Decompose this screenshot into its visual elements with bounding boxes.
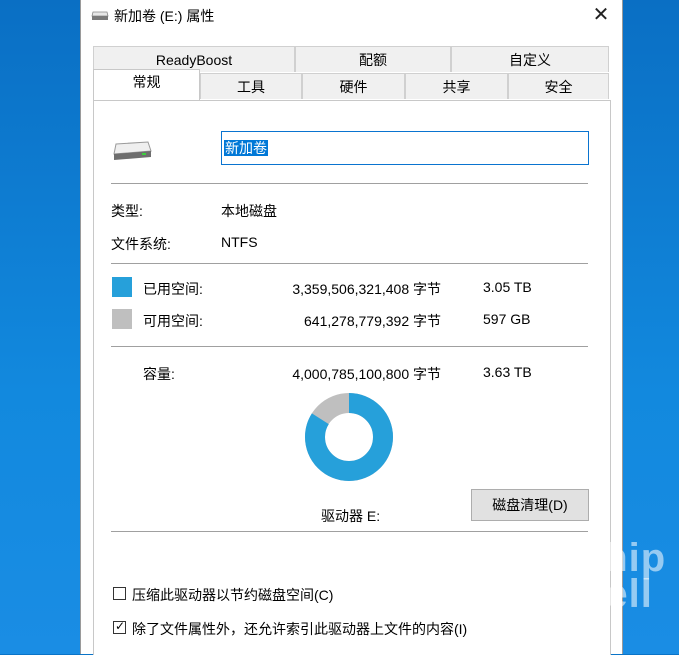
tab-tools[interactable]: 工具 — [200, 73, 302, 99]
compress-label[interactable]: 压缩此驱动器以节约磁盘空间(C) — [132, 585, 333, 605]
close-button[interactable]: ✕ — [586, 2, 616, 28]
free-space-bytes: 641,278,779,392 字节 — [304, 313, 441, 329]
disk-cleanup-button[interactable]: 磁盘清理(D) — [471, 489, 589, 521]
window-title: 新加卷 (E:) 属性 — [114, 8, 215, 24]
index-checkbox[interactable]: ✓ — [113, 619, 126, 634]
used-space-swatch — [112, 277, 132, 297]
separator — [111, 183, 588, 184]
desktop-background-left — [0, 0, 80, 654]
watermark-logo: chip hell — [580, 536, 667, 616]
free-space-size: 597 GB — [483, 311, 531, 327]
used-space-size: 3.05 TB — [483, 279, 532, 295]
separator — [111, 531, 588, 532]
free-space-label: 可用空间: — [143, 313, 203, 329]
used-space-label: 已用空间: — [143, 281, 203, 297]
capacity-size: 3.63 TB — [483, 364, 532, 380]
tab-hardware[interactable]: 硬件 — [302, 73, 405, 99]
volume-name-text: 新加卷 — [224, 140, 268, 156]
checkmark-icon: ✓ — [115, 619, 126, 633]
volume-name-input[interactable]: 新加卷 — [221, 131, 589, 165]
tab-security[interactable]: 安全 — [508, 73, 609, 99]
capacity-label: 容量: — [143, 366, 175, 382]
capacity-bytes: 4,000,785,100,800 字节 — [292, 366, 441, 382]
type-label: 类型: — [111, 203, 143, 219]
properties-dialog: 新加卷 (E:) 属性 ✕ ReadyBoost 配额 自定义 常规 工具 硬件… — [80, 0, 623, 655]
drive-label: 驱动器 E: — [321, 508, 381, 524]
filesystem-label: 文件系统: — [111, 236, 171, 252]
tab-general[interactable]: 常规 — [93, 69, 200, 100]
separator — [111, 263, 588, 264]
used-space-bytes: 3,359,506,321,408 字节 — [292, 281, 441, 297]
drive-icon — [91, 11, 109, 20]
tab-sharing[interactable]: 共享 — [405, 73, 508, 99]
tab-quota[interactable]: 配额 — [295, 46, 451, 72]
index-label[interactable]: 除了文件属性外，还允许索引此驱动器上文件的内容(I) — [132, 619, 467, 639]
compress-checkbox[interactable] — [113, 587, 126, 600]
usage-donut-chart — [305, 393, 393, 481]
free-space-swatch — [112, 309, 132, 329]
watermark-url: www.chiphell.com — [450, 610, 572, 626]
tab-customize[interactable]: 自定义 — [451, 46, 609, 72]
title-bar[interactable]: 新加卷 (E:) 属性 ✕ — [81, 0, 622, 30]
filesystem-value: NTFS — [221, 234, 258, 250]
type-value: 本地磁盘 — [221, 203, 277, 219]
tab-row-bottom: 常规 工具 硬件 共享 安全 — [93, 69, 609, 100]
separator — [111, 346, 588, 347]
drive-large-icon — [113, 141, 152, 160]
